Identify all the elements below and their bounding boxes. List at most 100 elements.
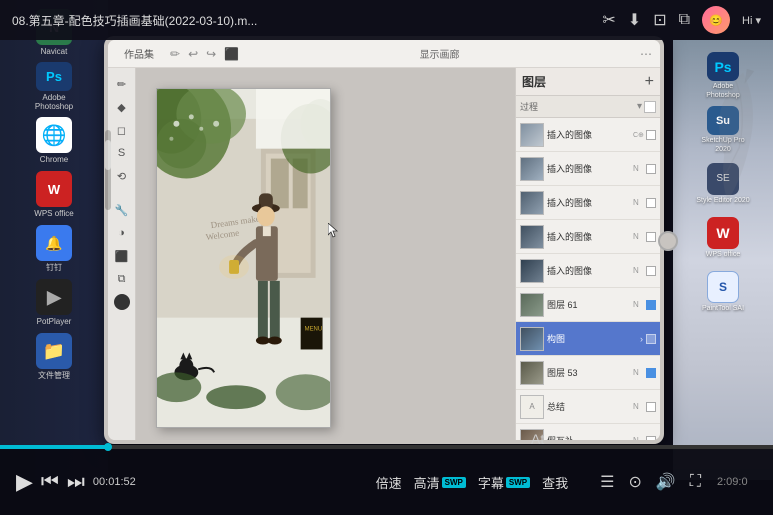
find-button[interactable]: 查我 [542,473,568,492]
layers-add-button[interactable]: + [645,74,654,90]
artwork-illustration: Dreams make Welcome [157,89,330,427]
layer-thumbnail [520,123,544,147]
layer-thumbnail [520,327,544,351]
layer-visibility-checkbox[interactable] [646,368,656,378]
layer-name: 假互补 [547,434,630,440]
scissors-icon[interactable]: ✂ [602,10,615,30]
progress-fill [0,445,108,449]
tool-erase[interactable]: ◻ [112,120,132,140]
desktop-icon-sai[interactable]: S PaintTool SAI [696,268,751,316]
layer-visibility-checkbox[interactable] [646,334,656,344]
scroll-indicator [105,130,111,210]
crop-icon[interactable]: ⊡ [653,10,666,30]
fullscreen-button[interactable]: ⛶ [690,473,701,491]
layer-thumbnail [520,293,544,317]
app-icon-wps[interactable]: W WPS office [24,170,84,220]
download-icon[interactable]: ⬇ [628,10,641,30]
layer-item-summary[interactable]: A 总结 N [516,390,660,424]
list-button[interactable]: ☰ [600,472,614,492]
layer-visibility-checkbox[interactable] [646,266,656,276]
filter-chevron-icon[interactable]: ▾ [637,101,642,112]
app-icon-label: Adobe Photoshop [24,93,84,112]
layer-name: 插入的图像 [547,230,630,243]
layer-thumbnail [520,191,544,215]
app-icon-files[interactable]: 📁 文件管理 [24,332,84,382]
tablet-device: 作品集 ✏ ↩ ↪ ⬛ 显示画廊 ⋯ ✏ ◆ ◻ S ⟲ 🔧 [104,36,664,444]
hi-label[interactable]: Hi ▾ [742,14,761,27]
layer-item-6[interactable]: 图层 61 N [516,288,660,322]
prev-button[interactable]: ⏮ [41,471,59,494]
app-icon-dingtalk[interactable]: 🔔 钉钉 [24,224,84,274]
layer-visibility-checkbox[interactable] [646,198,656,208]
tool-brush[interactable]: ✏ [112,74,132,94]
layer-visibility-checkbox[interactable] [646,436,656,441]
layer-name: 构图 [547,332,637,345]
artwork-canvas[interactable]: Dreams make Welcome [156,88,331,428]
canvas-display: Dreams make Welcome [136,68,515,440]
app-icon-label: Chrome [40,155,68,165]
layer-mode: N [633,300,643,309]
tool-layers[interactable]: ⧉ [112,269,132,289]
speed-button[interactable]: 倍速 [376,473,402,492]
layers-panel: 图层 + 过程 ▾ 插入的图像 C⊕ [515,68,660,440]
layer-expand-icon[interactable]: › [640,334,643,344]
layer-item-composition[interactable]: 构图 › [516,322,660,356]
layers-filter-row: 过程 ▾ [516,96,660,118]
tool-color[interactable] [114,294,130,310]
layers-filter-label: 过程 [520,100,635,113]
subtitle-label: 字幕 [478,473,504,492]
layer-visibility-checkbox[interactable] [646,232,656,242]
layer-item-4[interactable]: 插入的图像 N [516,220,660,254]
app-icon-label: PotPlayer [37,317,72,327]
volume-button[interactable]: 🔊 [656,472,676,492]
next-button[interactable]: ⏭ [67,471,85,494]
play-button[interactable]: ▶ [16,469,33,495]
app-icons-sidebar: N Navicat Ps Adobe Photoshop 🌐 Chrome W … [0,0,108,480]
layer-item-7[interactable]: 图层 53 N [516,356,660,390]
filter-checkbox[interactable] [644,101,656,113]
layer-item-1[interactable]: 插入的图像 C⊕ [516,118,660,152]
tool-brush2[interactable]: ⬛ [112,246,132,266]
layer-mode: N [633,266,643,275]
layer-item-5[interactable]: 插入的图像 N [516,254,660,288]
tablet-toolbar: 作品集 ✏ ↩ ↪ ⬛ 显示画廊 ⋯ [108,40,660,68]
progress-bar[interactable] [0,445,773,449]
layer-item-2[interactable]: 插入的图像 N [516,152,660,186]
subtitle-button[interactable]: 字幕 SWP [478,473,530,492]
layer-item-3[interactable]: 插入的图像 N [516,186,660,220]
desktop-icon-label: PaintTool SAI [702,305,744,313]
layer-thumbnail [520,259,544,283]
multiwindow-icon[interactable]: ⧉ [679,11,690,29]
layer-visibility-checkbox[interactable] [646,130,656,140]
layer-visibility-checkbox[interactable] [646,300,656,310]
app-icon-ps[interactable]: Ps Adobe Photoshop [24,62,84,112]
svg-text:MENU: MENU [305,327,323,333]
layer-name: 插入的图像 [547,264,630,277]
layer-visibility-checkbox[interactable] [646,164,656,174]
layer-thumbnail: A [520,395,544,419]
app-icon-potplayer[interactable]: ▶ PotPlayer [24,278,84,328]
tool-smudge[interactable]: ◆ [112,97,132,117]
tab-gallery[interactable]: 作品集 [116,44,162,63]
hd-button[interactable]: 高清 SWP [414,473,466,492]
tool-select[interactable]: S [112,143,132,163]
tool-transform[interactable]: ⟲ [112,166,132,186]
layer-name: 总结 [547,400,630,413]
layer-name: 插入的图像 [547,128,630,141]
tool-actions[interactable]: 🔧 [112,200,132,220]
desktop-icon-label: WPS office [706,251,741,259]
cast-button[interactable]: ⊙ [628,472,641,492]
app-icon-label: 钉钉 [46,263,62,273]
app-icon-label: WPS office [34,209,73,219]
layer-mode: N [633,368,643,377]
layer-visibility-checkbox[interactable] [646,402,656,412]
layer-name: 图层 53 [547,366,630,379]
tool-adjust[interactable]: ◑ [112,223,132,243]
video-controls: ▶ ⏮ ⏭ 00:01:52 倍速 高清 SWP 字幕 SWP 查我 [0,445,773,515]
time-current: 00:01:52 [93,476,136,488]
avatar[interactable]: 😊 [702,6,730,34]
bottom-ctrl-icons: ☰ ⊙ 🔊 ⛶ [600,472,701,492]
canvas-label: 显示画廊 [247,46,632,61]
app-icon-chrome[interactable]: 🌐 Chrome [24,116,84,166]
tablet-home-button[interactable] [658,231,678,251]
